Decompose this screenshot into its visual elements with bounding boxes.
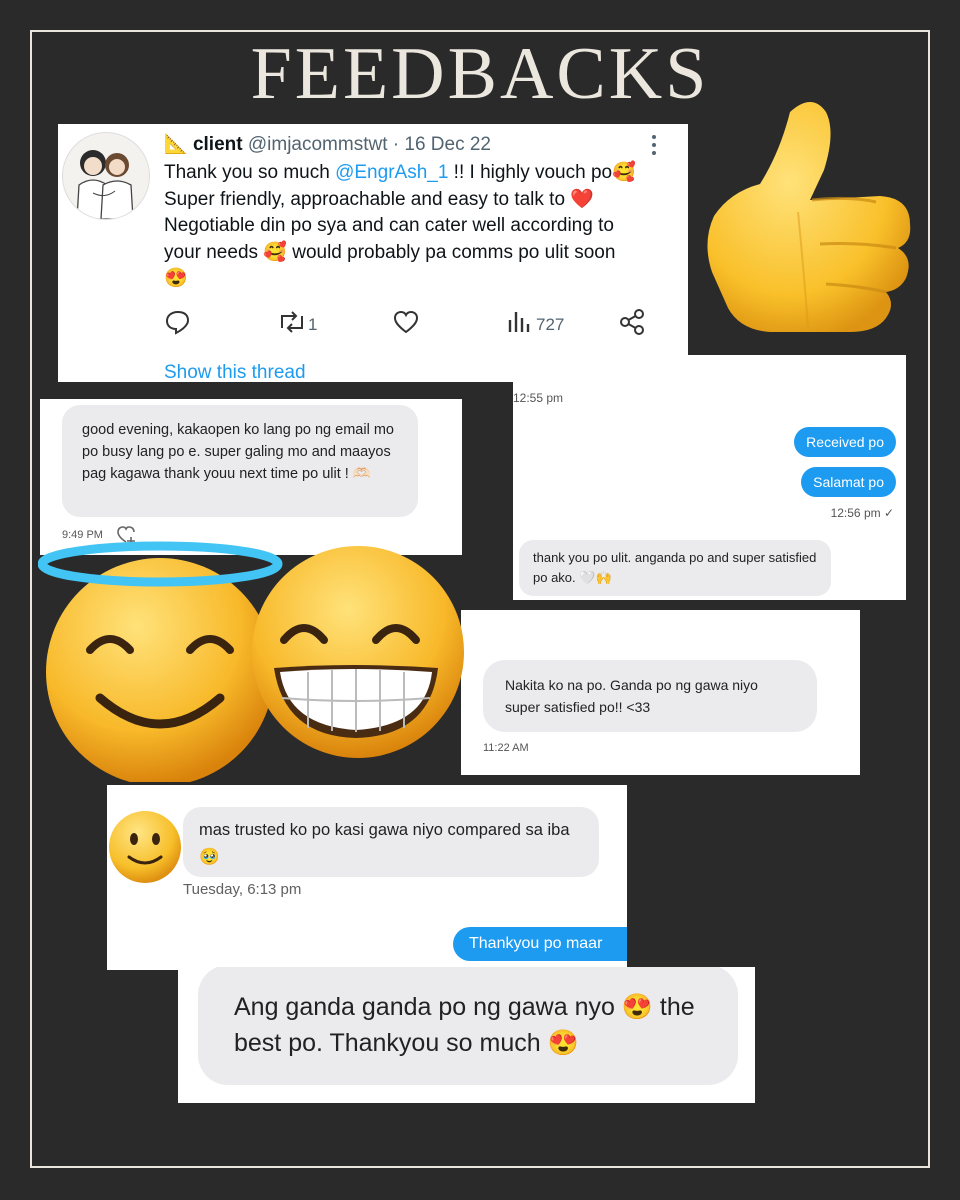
views-count: 727 (536, 314, 565, 334)
message-bubble: Ang ganda ganda po ng gawa nyo 😍 the bes… (198, 967, 738, 1085)
message-card-4: mas trusted ko po kasi gawa niyo compare… (107, 785, 627, 970)
message-card-1: good evening, kakaopen ko lang po ng ema… (40, 399, 462, 555)
message-time: 12:56 pm ✓ (830, 506, 894, 520)
message-bubble: good evening, kakaopen ko lang po ng ema… (62, 405, 418, 517)
tweet-handle[interactable]: @imjacommstwt (248, 134, 388, 155)
message-time: Tuesday, 6:13 pm (183, 881, 302, 898)
share-icon (618, 308, 646, 341)
tweet-actions: 1 727 (164, 308, 654, 338)
message-card-2: 12:55 pm Received po Salamat po 12:56 pm… (513, 355, 906, 600)
sent-bubble: Salamat po (801, 467, 896, 497)
views-icon (506, 308, 532, 341)
message-text: good evening, kakaopen ko lang po ng ema… (82, 422, 394, 482)
sent-bubble: Received po (794, 427, 896, 457)
like-icon (392, 308, 420, 341)
message-bubble: thank you po ulit. anganda po and super … (519, 540, 831, 596)
tweet-date[interactable]: · 16 Dec 22 (393, 134, 491, 155)
reply-icon (164, 308, 192, 341)
thumbs-up-icon (700, 92, 920, 336)
message-card-5: Ang ganda ganda po ng gawa nyo 😍 the bes… (178, 967, 755, 1103)
tweet-header: 📐 client @imjacommstwt · 16 Dec 22 (164, 132, 491, 156)
message-bubble: mas trusted ko po kasi gawa niyo compare… (183, 807, 599, 877)
grin-emoji-icon (248, 540, 464, 762)
message-time: 11:22 AM (483, 742, 529, 754)
retweet-count: 1 (308, 314, 318, 334)
tweet-text-line: !! I highly vouch po🥰 (448, 162, 636, 183)
message-text: Nakita ko na po. Ganda po ng gawa niyo s… (505, 677, 758, 715)
tweet-text-line: Negotiable din po sya and can cater well… (164, 215, 614, 236)
more-icon[interactable] (650, 134, 658, 156)
like-button[interactable] (392, 308, 420, 341)
message-card-3: Nakita ko na po. Ganda po ng gawa niyo s… (461, 610, 860, 775)
views-button[interactable]: 727 (506, 308, 564, 341)
tweet-text-line: 😍 (164, 268, 188, 289)
message-text: Ang ganda ganda po ng gawa nyo 😍 the bes… (234, 993, 695, 1057)
tweet-card: 📐 client @imjacommstwt · 16 Dec 22 Thank… (58, 124, 688, 382)
tweet-text-line: Thank you so much (164, 162, 336, 183)
tweet-text: Thank you so much @EngrAsh_1 !! I highly… (164, 160, 664, 293)
sent-bubble: Thankyou po maar (453, 927, 627, 961)
message-text: mas trusted ko po kasi gawa niyo compare… (199, 821, 570, 866)
avatar[interactable] (62, 132, 150, 220)
retweet-button[interactable]: 1 (276, 308, 317, 341)
mention-link[interactable]: @EngrAsh_1 (335, 162, 448, 183)
show-thread-link[interactable]: Show this thread (164, 362, 306, 382)
slight-smile-emoji-icon (107, 809, 183, 890)
share-button[interactable] (618, 308, 646, 341)
tweet-text-line: your needs 🥰 would probably pa comms po … (164, 241, 616, 263)
reply-button[interactable] (164, 308, 192, 341)
message-time: 12:55 pm (513, 391, 564, 405)
tweet-text-line: Super friendly, approachable and easy to… (164, 188, 594, 210)
tweet-author-name[interactable]: client (193, 134, 243, 155)
message-bubble: Nakita ko na po. Ganda po ng gawa niyo s… (483, 660, 817, 732)
message-text: thank you po ulit. anganda po and super … (533, 550, 817, 585)
ruler-emoji: 📐 (164, 134, 188, 155)
retweet-icon (276, 308, 308, 341)
